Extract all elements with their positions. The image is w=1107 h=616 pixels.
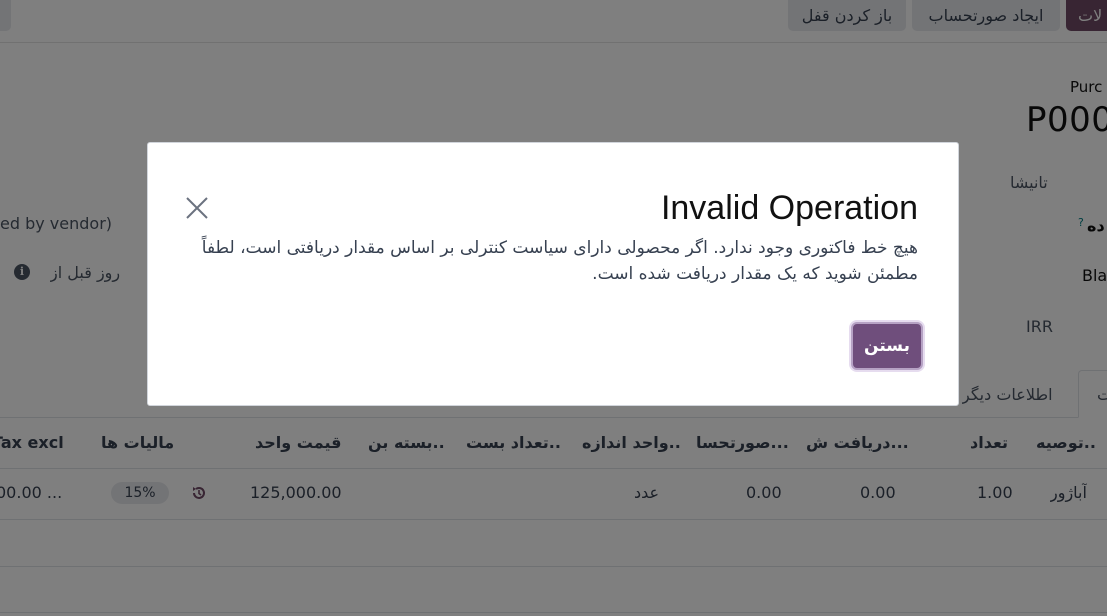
close-button[interactable]: بستن bbox=[851, 322, 923, 370]
dialog-message: هیچ خط فاکتوری وجود ندارد. اگر محصولی دا… bbox=[201, 238, 918, 284]
close-icon[interactable] bbox=[184, 195, 210, 221]
dialog-title: Invalid Operation bbox=[660, 189, 918, 227]
invalid-operation-dialog: Invalid Operation هیچ خط فاکتوری وجود ند… bbox=[147, 142, 959, 406]
